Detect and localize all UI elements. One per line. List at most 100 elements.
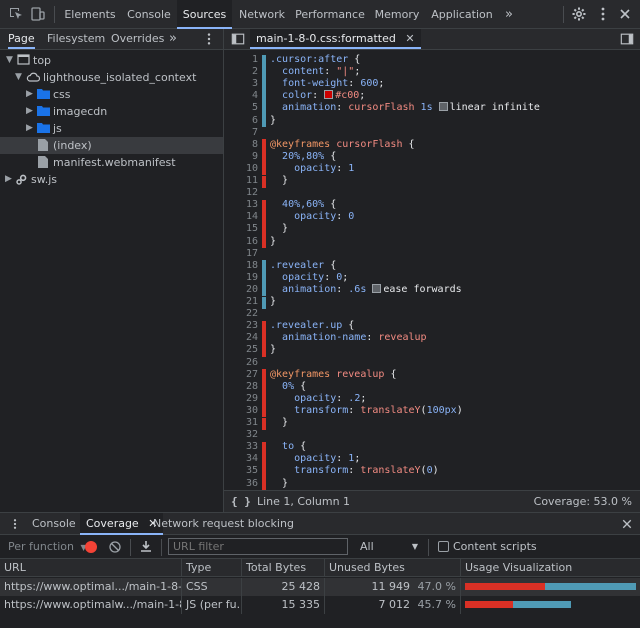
navigator-menu-icon[interactable] xyxy=(202,32,216,46)
device-toolbar-icon[interactable] xyxy=(30,6,46,22)
close-drawer-icon[interactable] xyxy=(621,518,633,530)
expanded-arrow-icon[interactable]: ▼ xyxy=(15,69,25,86)
tab-performance[interactable]: Performance xyxy=(293,0,367,29)
line-number[interactable]: 22 xyxy=(224,308,258,319)
tree-item-top[interactable]: ▼ top xyxy=(0,52,223,69)
column-header-unused-bytes[interactable]: Unused Bytes xyxy=(325,559,461,577)
drawer-tab-coverage[interactable]: Coverage ✕ xyxy=(80,513,164,535)
column-header-url[interactable]: URL xyxy=(0,559,182,577)
tab-console[interactable]: Console xyxy=(121,0,177,29)
tree-item-folder-js[interactable]: ▶ js xyxy=(0,120,223,137)
line-number[interactable]: 36 xyxy=(224,478,258,489)
line-number[interactable]: 7 xyxy=(224,127,258,138)
url-filter-input[interactable] xyxy=(168,538,348,555)
line-number[interactable]: 27 xyxy=(224,369,258,380)
code-editor[interactable]: 1 .cursor:after {2 content: "|"; 3 font-we… xyxy=(224,51,640,490)
clear-icon[interactable] xyxy=(109,541,121,553)
code-line: to { xyxy=(282,441,307,453)
tree-item-manifest[interactable]: manifest.webmanifest xyxy=(0,154,223,171)
line-number[interactable]: 33 xyxy=(224,441,258,452)
drawer-tab-console[interactable]: Console xyxy=(32,513,76,535)
gear-icon[interactable] xyxy=(571,6,587,22)
content-scripts-label: Content scripts xyxy=(453,540,537,553)
collapsed-arrow-icon[interactable]: ▶ xyxy=(26,86,36,103)
per-function-select[interactable]: Per function ▼ xyxy=(8,540,87,553)
used-coverage-marker xyxy=(262,272,266,285)
type-filter-select[interactable]: All ▼ xyxy=(360,540,420,553)
expanded-arrow-icon[interactable]: ▼ xyxy=(6,52,16,69)
line-number[interactable]: 18 xyxy=(224,260,258,271)
collapsed-arrow-icon[interactable]: ▶ xyxy=(26,120,36,137)
line-number[interactable]: 5 xyxy=(224,102,258,113)
nav-tab-page[interactable]: Page xyxy=(8,29,35,49)
collapsed-arrow-icon[interactable]: ▶ xyxy=(5,171,15,188)
line-number[interactable]: 28 xyxy=(224,381,258,392)
line-number[interactable]: 23 xyxy=(224,320,258,331)
toggle-debugger-icon[interactable] xyxy=(620,32,634,46)
tree-item-sw[interactable]: ▶ sw.js xyxy=(0,171,223,188)
tab-network[interactable]: Network xyxy=(234,0,290,29)
line-number[interactable]: 11 xyxy=(224,175,258,186)
line-number[interactable]: 14 xyxy=(224,211,258,222)
tree-item-index[interactable]: (index) xyxy=(0,137,223,154)
line-number[interactable]: 19 xyxy=(224,272,258,283)
navigator-tabs: Page Filesystem Overrides » xyxy=(0,29,223,50)
collapsed-arrow-icon[interactable]: ▶ xyxy=(26,103,36,120)
line-number[interactable]: 32 xyxy=(224,429,258,440)
tree-item-folder-imagecdn[interactable]: ▶ imagecdn xyxy=(0,103,223,120)
drawer-menu-icon[interactable] xyxy=(9,518,21,530)
kebab-menu-icon[interactable] xyxy=(595,6,611,22)
line-number[interactable]: 20 xyxy=(224,284,258,295)
coverage-percent[interactable]: Coverage: 53.0 % xyxy=(534,491,632,512)
column-header-usage-visualization[interactable]: Usage Visualization xyxy=(461,559,640,577)
line-number[interactable]: 30 xyxy=(224,405,258,416)
unused-percent-value: 45.7 % xyxy=(417,598,456,611)
close-devtools-icon[interactable] xyxy=(617,6,633,22)
line-number[interactable]: 21 xyxy=(224,296,258,307)
line-number[interactable]: 17 xyxy=(224,248,258,259)
code-line: opacity: 1 xyxy=(294,162,355,174)
inspect-element-icon[interactable] xyxy=(8,6,24,22)
line-number[interactable]: 35 xyxy=(224,465,258,476)
tab-memory[interactable]: Memory xyxy=(370,0,424,29)
line-number[interactable]: 8 xyxy=(224,139,258,150)
column-header-type[interactable]: Type xyxy=(182,559,242,577)
more-tabs-icon[interactable]: » xyxy=(499,0,519,29)
line-number[interactable]: 16 xyxy=(224,236,258,247)
cell-url: https://www.optimal.../main-1-8-0.css xyxy=(0,578,182,596)
line-number[interactable]: 12 xyxy=(224,187,258,198)
editor-tab-main-css[interactable]: main-1-8-0.css:formatted ✕ xyxy=(250,29,421,49)
line-number[interactable]: 13 xyxy=(224,199,258,210)
line-number[interactable]: 34 xyxy=(224,453,258,464)
line-number[interactable]: 3 xyxy=(224,78,258,89)
tab-application[interactable]: Application xyxy=(428,0,496,29)
line-number[interactable]: 25 xyxy=(224,344,258,355)
column-header-total-bytes[interactable]: Total Bytes xyxy=(242,559,325,577)
close-tab-icon[interactable]: ✕ xyxy=(405,32,414,45)
record-button[interactable] xyxy=(85,541,97,553)
line-number[interactable]: 2 xyxy=(224,66,258,77)
export-download-icon[interactable] xyxy=(140,540,152,553)
nav-more-icon[interactable]: » xyxy=(169,29,177,49)
pretty-print-button[interactable]: { } xyxy=(231,491,251,512)
nav-tab-filesystem[interactable]: Filesystem xyxy=(47,29,105,49)
line-number[interactable]: 24 xyxy=(224,332,258,343)
line-number[interactable]: 10 xyxy=(224,163,258,174)
line-number[interactable]: 26 xyxy=(224,357,258,368)
drawer-tab-network-blocking[interactable]: Network request blocking xyxy=(153,513,294,535)
tab-sources[interactable]: Sources xyxy=(177,0,232,29)
line-number[interactable]: 6 xyxy=(224,115,258,126)
tab-elements[interactable]: Elements xyxy=(61,0,119,29)
line-number[interactable]: 1 xyxy=(224,54,258,65)
line-number[interactable]: 29 xyxy=(224,393,258,404)
toggle-navigator-icon[interactable] xyxy=(231,32,245,46)
tree-item-folder-css[interactable]: ▶ css xyxy=(0,86,223,103)
line-number[interactable]: 9 xyxy=(224,151,258,162)
content-scripts-checkbox[interactable] xyxy=(438,541,449,552)
tree-item-origin[interactable]: ▼ lighthouse_isolated_context xyxy=(0,69,223,86)
line-number[interactable]: 15 xyxy=(224,223,258,234)
line-number[interactable]: 31 xyxy=(224,417,258,428)
toolbar-separator xyxy=(563,6,564,23)
line-number[interactable]: 4 xyxy=(224,90,258,101)
nav-tab-overrides[interactable]: Overrides xyxy=(111,29,164,49)
